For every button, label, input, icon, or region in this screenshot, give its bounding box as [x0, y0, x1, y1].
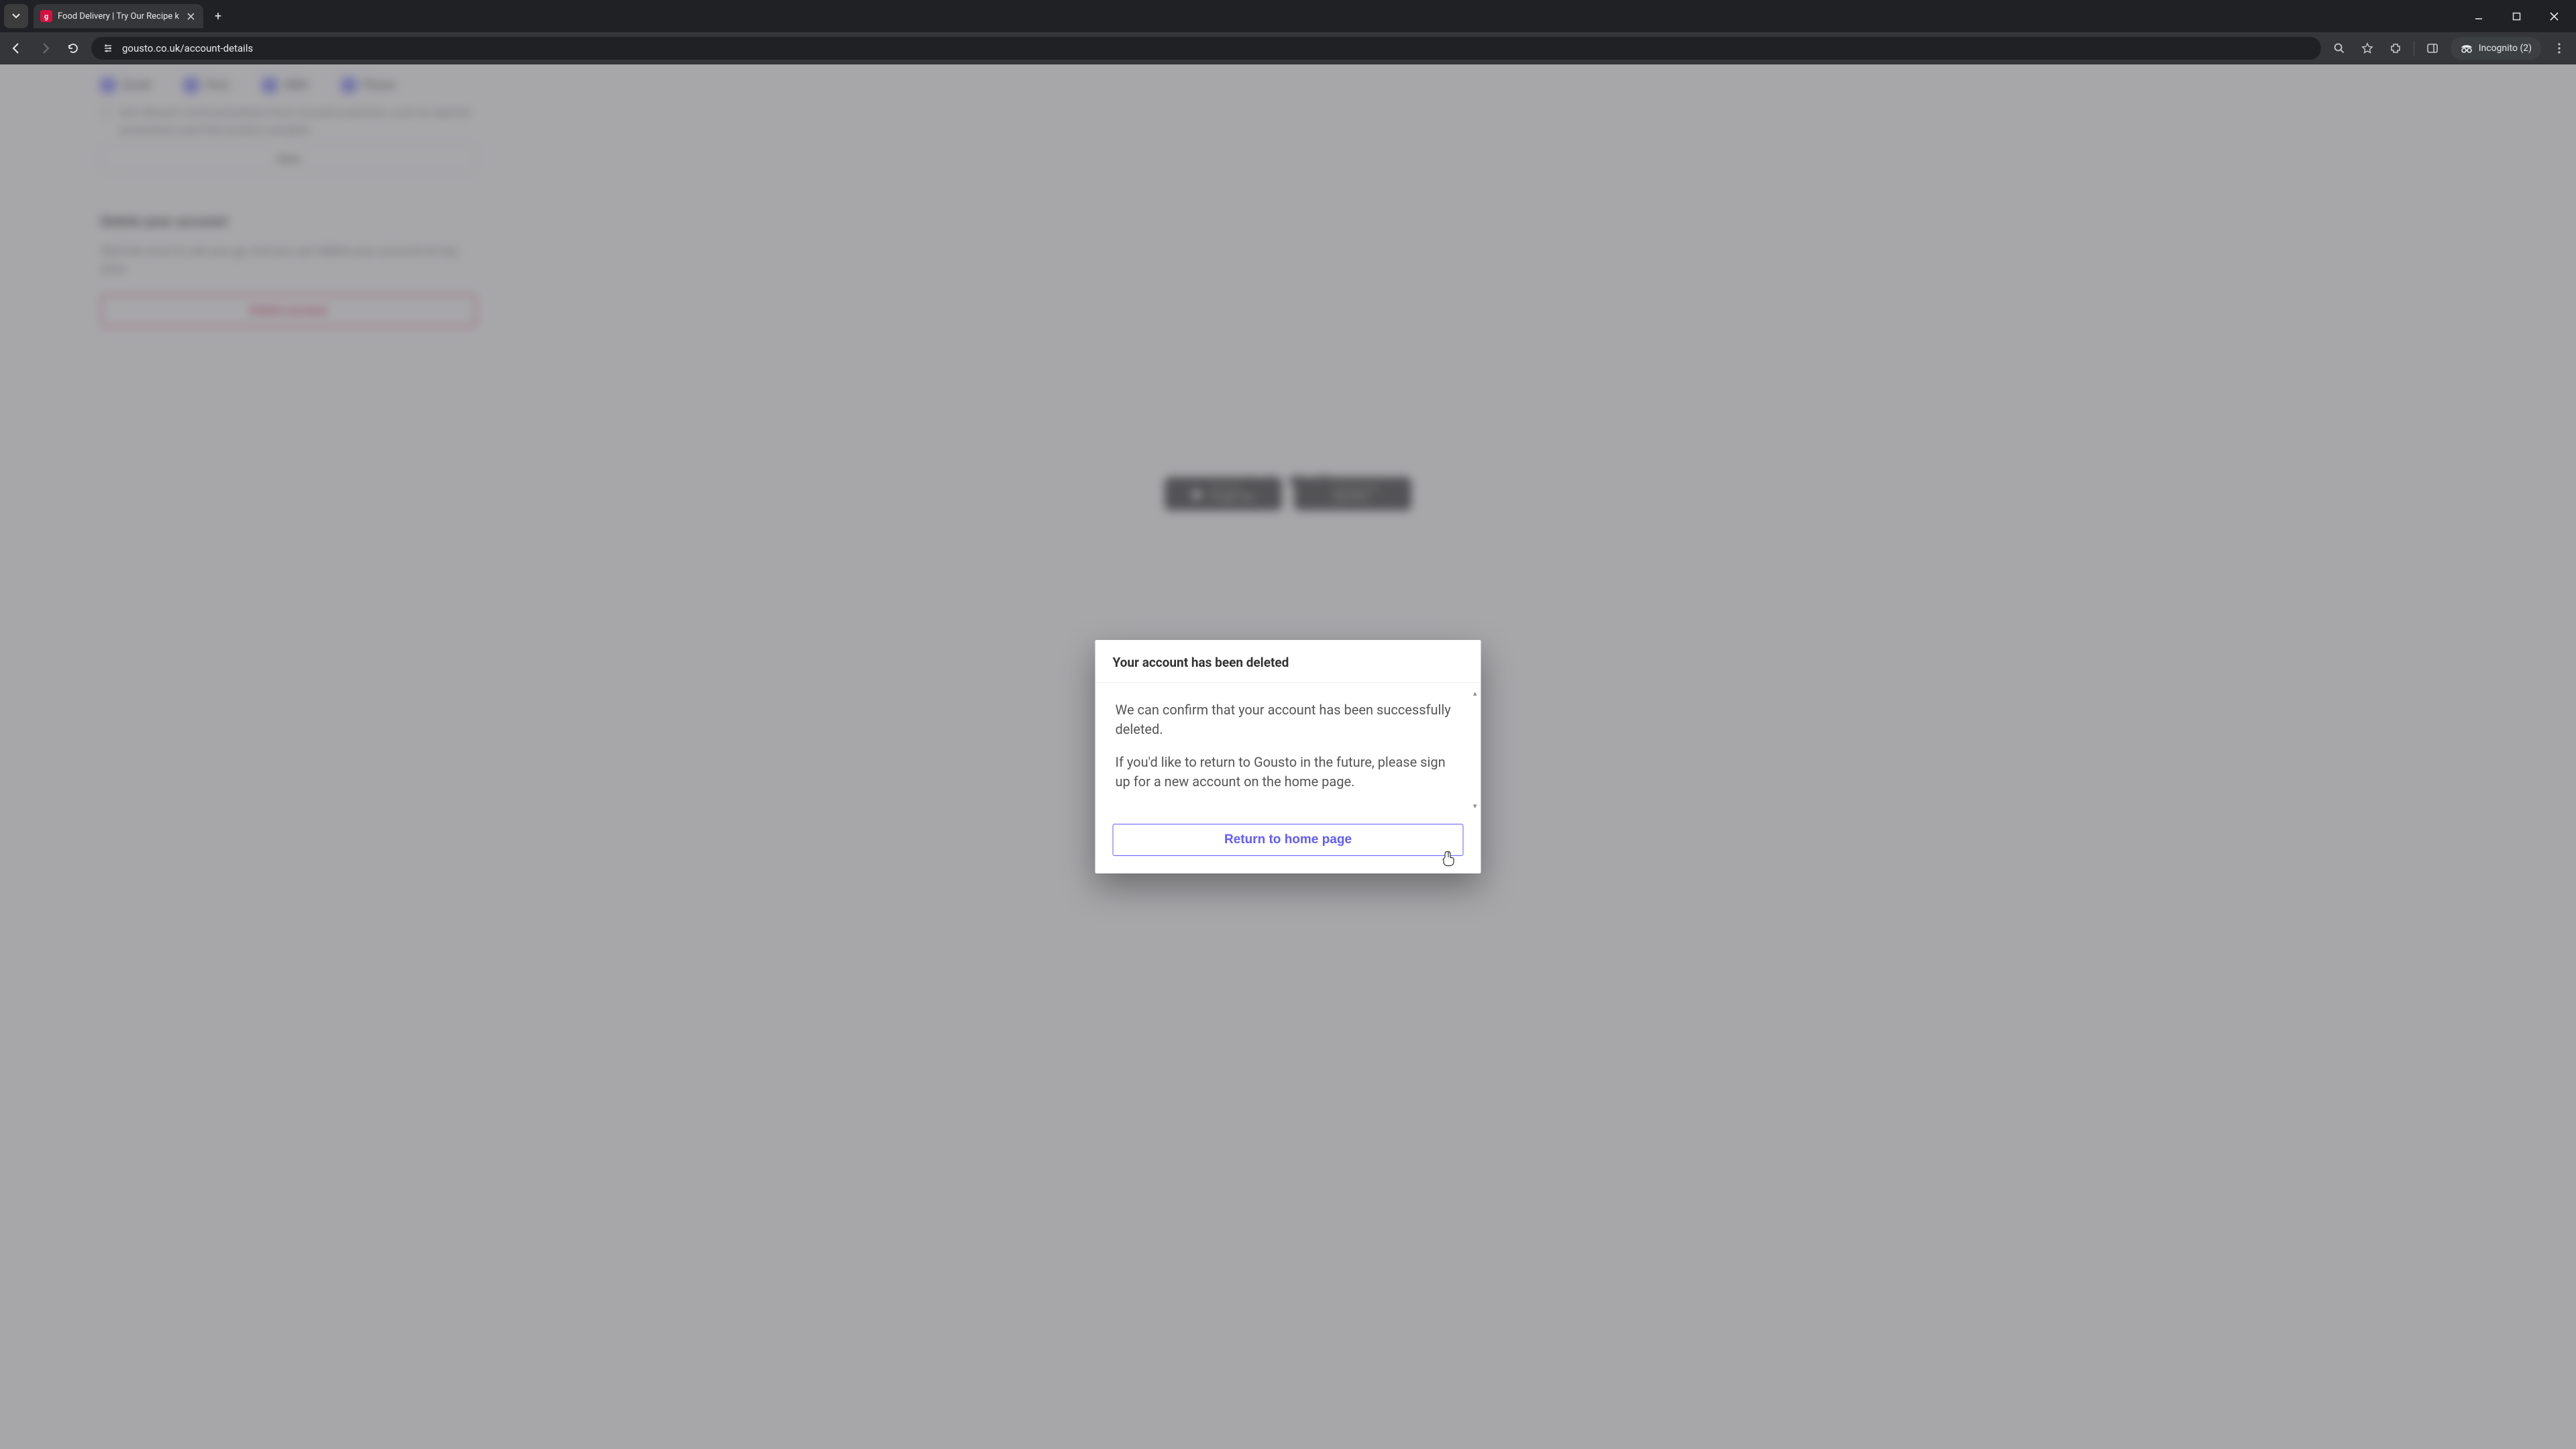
scroll-down-arrow-icon[interactable]: ▾: [1473, 801, 1477, 812]
site-settings-icon[interactable]: [101, 41, 115, 56]
scroll-up-arrow-icon[interactable]: ▴: [1473, 688, 1477, 699]
modal-footer: Return to home page: [1095, 817, 1481, 873]
forward-button[interactable]: [35, 38, 55, 58]
modal-paragraph-1: We can confirm that your account has bee…: [1116, 700, 1461, 739]
window-minimize-button[interactable]: [2466, 5, 2491, 27]
modal-title: Your account has been deleted: [1095, 640, 1481, 683]
window-maximize-button[interactable]: [2504, 5, 2529, 27]
new-tab-button[interactable]: +: [209, 7, 227, 25]
browser-titlebar: g Food Delivery | Try Our Recipe k +: [0, 0, 2576, 32]
incognito-label: Incognito (2): [2479, 43, 2532, 54]
url-text: gousto.co.uk/account-details: [122, 42, 253, 54]
modal-paragraph-2: If you'd like to return to Gousto in the…: [1116, 753, 1461, 792]
bookmark-star-icon[interactable]: [2357, 38, 2377, 58]
tab-search-dropdown[interactable]: [4, 4, 28, 28]
address-bar[interactable]: gousto.co.uk/account-details: [91, 37, 2321, 60]
incognito-icon: [2460, 44, 2473, 53]
tab-close-button[interactable]: [184, 10, 197, 22]
account-deleted-modal: Your account has been deleted ▴ We can c…: [1095, 640, 1481, 873]
page-viewport: ✓Email ✓Post ✓SMS ✓Phone Get relevant co…: [0, 64, 2576, 1449]
extensions-icon[interactable]: [2385, 38, 2406, 58]
incognito-indicator[interactable]: Incognito (2): [2451, 37, 2541, 60]
zoom-icon[interactable]: [2329, 38, 2349, 58]
browser-tab[interactable]: g Food Delivery | Try Our Recipe k: [34, 4, 203, 28]
modal-body: ▴ We can confirm that your account has b…: [1095, 683, 1481, 817]
kebab-menu-icon[interactable]: [2549, 38, 2569, 58]
tab-title: Food Delivery | Try Our Recipe k: [58, 11, 179, 21]
window-close-button[interactable]: [2541, 5, 2567, 27]
browser-toolbar: gousto.co.uk/account-details Incognito (…: [0, 32, 2576, 64]
window-controls: [2466, 5, 2572, 27]
reload-button[interactable]: [63, 38, 83, 58]
tab-favicon: g: [40, 10, 52, 22]
return-home-button[interactable]: Return to home page: [1113, 824, 1464, 856]
back-button[interactable]: [7, 38, 27, 58]
side-panel-icon[interactable]: [2422, 38, 2443, 58]
